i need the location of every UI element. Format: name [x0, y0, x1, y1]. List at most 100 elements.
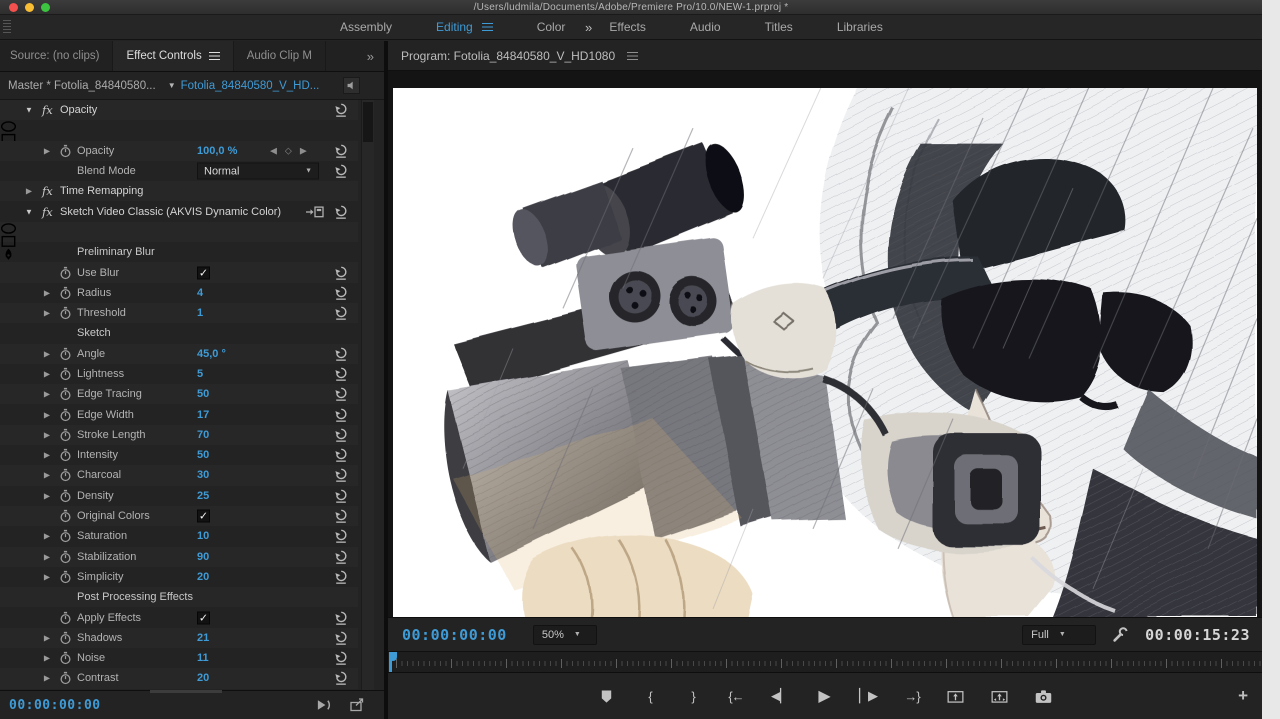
reset-parameter-icon[interactable] [334, 529, 348, 544]
param-checkbox[interactable]: ✓ [197, 611, 210, 624]
reset-parameter-icon[interactable] [334, 427, 348, 442]
param-value[interactable]: 100,0 % [197, 145, 237, 157]
twirl-open-icon[interactable]: ▼ [24, 207, 34, 216]
twirl-closed-icon[interactable]: ▶ [42, 572, 52, 581]
ellipse-mask-icon[interactable] [0, 120, 358, 133]
scrollbar-thumb[interactable] [363, 102, 373, 142]
export-frame-button[interactable] [1035, 687, 1052, 705]
settings-wrench-icon[interactable] [1112, 626, 1129, 643]
mark-in-button[interactable]: { [642, 687, 658, 705]
twirl-closed-icon[interactable]: ▶ [42, 674, 52, 683]
reset-parameter-icon[interactable] [334, 509, 348, 524]
param-value[interactable]: 30 [197, 469, 209, 481]
param-checkbox[interactable]: ✓ [197, 266, 210, 279]
add-marker-button[interactable] [598, 687, 615, 705]
param-value[interactable]: 17 [197, 409, 209, 421]
effect-setup-icon[interactable] [305, 205, 324, 218]
param-value[interactable]: 5 [197, 368, 203, 380]
panel-menu-icon[interactable] [627, 52, 638, 60]
blend-mode-dropdown[interactable]: Normal▼ [197, 163, 319, 180]
reset-parameter-icon[interactable] [334, 651, 348, 666]
stopwatch-icon[interactable] [59, 631, 72, 644]
vertical-scrollbar[interactable] [361, 100, 374, 690]
param-value[interactable]: 20 [197, 571, 209, 583]
param-value[interactable]: 20 [197, 672, 209, 684]
reset-parameter-icon[interactable] [334, 630, 348, 645]
reset-parameter-icon[interactable] [334, 488, 348, 503]
next-keyframe-icon[interactable]: ▶ [300, 145, 307, 156]
panel-tab-audio-clip-m[interactable]: Audio Clip M [234, 41, 326, 71]
twirl-open-icon[interactable]: ▼ [24, 106, 34, 115]
stopwatch-icon[interactable] [59, 570, 72, 583]
reset-parameter-icon[interactable] [334, 671, 348, 686]
reset-parameter-icon[interactable] [334, 265, 348, 280]
extract-button[interactable] [991, 687, 1008, 705]
clip-instance-tab[interactable]: ▼ Fotolia_84840580_V_HD... [168, 80, 320, 92]
twirl-closed-icon[interactable]: ▶ [42, 471, 52, 480]
twirl-closed-icon[interactable]: ▶ [42, 552, 52, 561]
panel-tab-effect-controls[interactable]: Effect Controls [113, 41, 233, 71]
stopwatch-icon[interactable] [59, 469, 72, 482]
workspace-overflow-chevron[interactable]: » [585, 20, 592, 35]
stopwatch-icon[interactable] [59, 652, 72, 665]
workspace-tab-assembly[interactable]: Assembly [340, 20, 392, 34]
play-around-icon[interactable] [316, 698, 333, 712]
panel-overflow-chevron[interactable]: » [367, 49, 374, 64]
twirl-closed-icon[interactable]: ▶ [42, 654, 52, 663]
twirl-closed-icon[interactable]: ▶ [42, 410, 52, 419]
workspace-tab-color[interactable]: Color [537, 20, 566, 34]
param-value[interactable]: 50 [197, 449, 209, 461]
panel-grip-icon[interactable] [3, 20, 11, 34]
ellipse-mask-icon[interactable] [0, 222, 358, 235]
twirl-closed-icon[interactable]: ▶ [24, 187, 34, 196]
param-value[interactable]: 70 [197, 429, 209, 441]
workspace-tab-effects[interactable]: Effects [609, 20, 645, 34]
prev-keyframe-icon[interactable]: ◀ [270, 145, 277, 156]
program-timecode[interactable]: 00:00:00:00 [402, 626, 507, 644]
stopwatch-icon[interactable] [59, 388, 72, 401]
stopwatch-icon[interactable] [59, 672, 72, 685]
reset-parameter-icon[interactable] [334, 367, 348, 382]
param-checkbox[interactable]: ✓ [197, 510, 210, 523]
twirl-closed-icon[interactable]: ▶ [42, 349, 52, 358]
effect-controls-timecode[interactable]: 00:00:00:00 [9, 698, 101, 713]
go-to-out-button[interactable]: →} [904, 687, 920, 705]
twirl-closed-icon[interactable]: ▶ [42, 288, 52, 297]
param-value[interactable]: 11 [197, 652, 209, 664]
stopwatch-icon[interactable] [59, 286, 72, 299]
reset-parameter-icon[interactable] [334, 285, 348, 300]
workspace-menu-icon[interactable] [482, 23, 493, 31]
stopwatch-icon[interactable] [59, 347, 72, 360]
lift-button[interactable] [947, 687, 964, 705]
twirl-closed-icon[interactable]: ▶ [42, 491, 52, 500]
step-forward-button[interactable]: ▏▶ [859, 687, 877, 705]
stopwatch-icon[interactable] [59, 266, 72, 279]
zoom-level-dropdown[interactable]: 50% ▼ [533, 625, 597, 645]
play-button[interactable]: ▶ [816, 687, 832, 705]
stopwatch-icon[interactable] [59, 449, 72, 462]
reset-parameter-icon[interactable] [334, 407, 348, 422]
workspace-tab-editing[interactable]: Editing [436, 20, 493, 34]
param-value[interactable]: 1 [197, 307, 203, 319]
reset-parameter-icon[interactable] [334, 549, 348, 564]
reset-parameter-icon[interactable] [334, 143, 348, 158]
stopwatch-icon[interactable] [59, 368, 72, 381]
add-keyframe-icon[interactable]: ◇ [285, 145, 292, 156]
twirl-closed-icon[interactable]: ▶ [42, 633, 52, 642]
stopwatch-icon[interactable] [59, 611, 72, 624]
master-clip-tab[interactable]: Master * Fotolia_84840580... [8, 80, 156, 92]
stopwatch-icon[interactable] [59, 144, 72, 157]
twirl-closed-icon[interactable]: ▶ [42, 309, 52, 318]
param-value[interactable]: 90 [197, 551, 209, 563]
twirl-closed-icon[interactable]: ▶ [42, 370, 52, 379]
horizontal-scrollbar-thumb[interactable] [150, 690, 222, 693]
reset-parameter-icon[interactable] [334, 448, 348, 463]
reset-parameter-icon[interactable] [334, 387, 348, 402]
reset-parameter-icon[interactable] [334, 569, 348, 584]
reset-parameter-icon[interactable] [334, 346, 348, 361]
playback-resolution-dropdown[interactable]: Full ▼ [1022, 625, 1096, 645]
param-value[interactable]: 21 [197, 632, 209, 644]
param-value[interactable]: 25 [197, 490, 209, 502]
mini-timeline-ruler[interactable] [388, 651, 1262, 672]
workspace-tab-titles[interactable]: Titles [765, 20, 793, 34]
